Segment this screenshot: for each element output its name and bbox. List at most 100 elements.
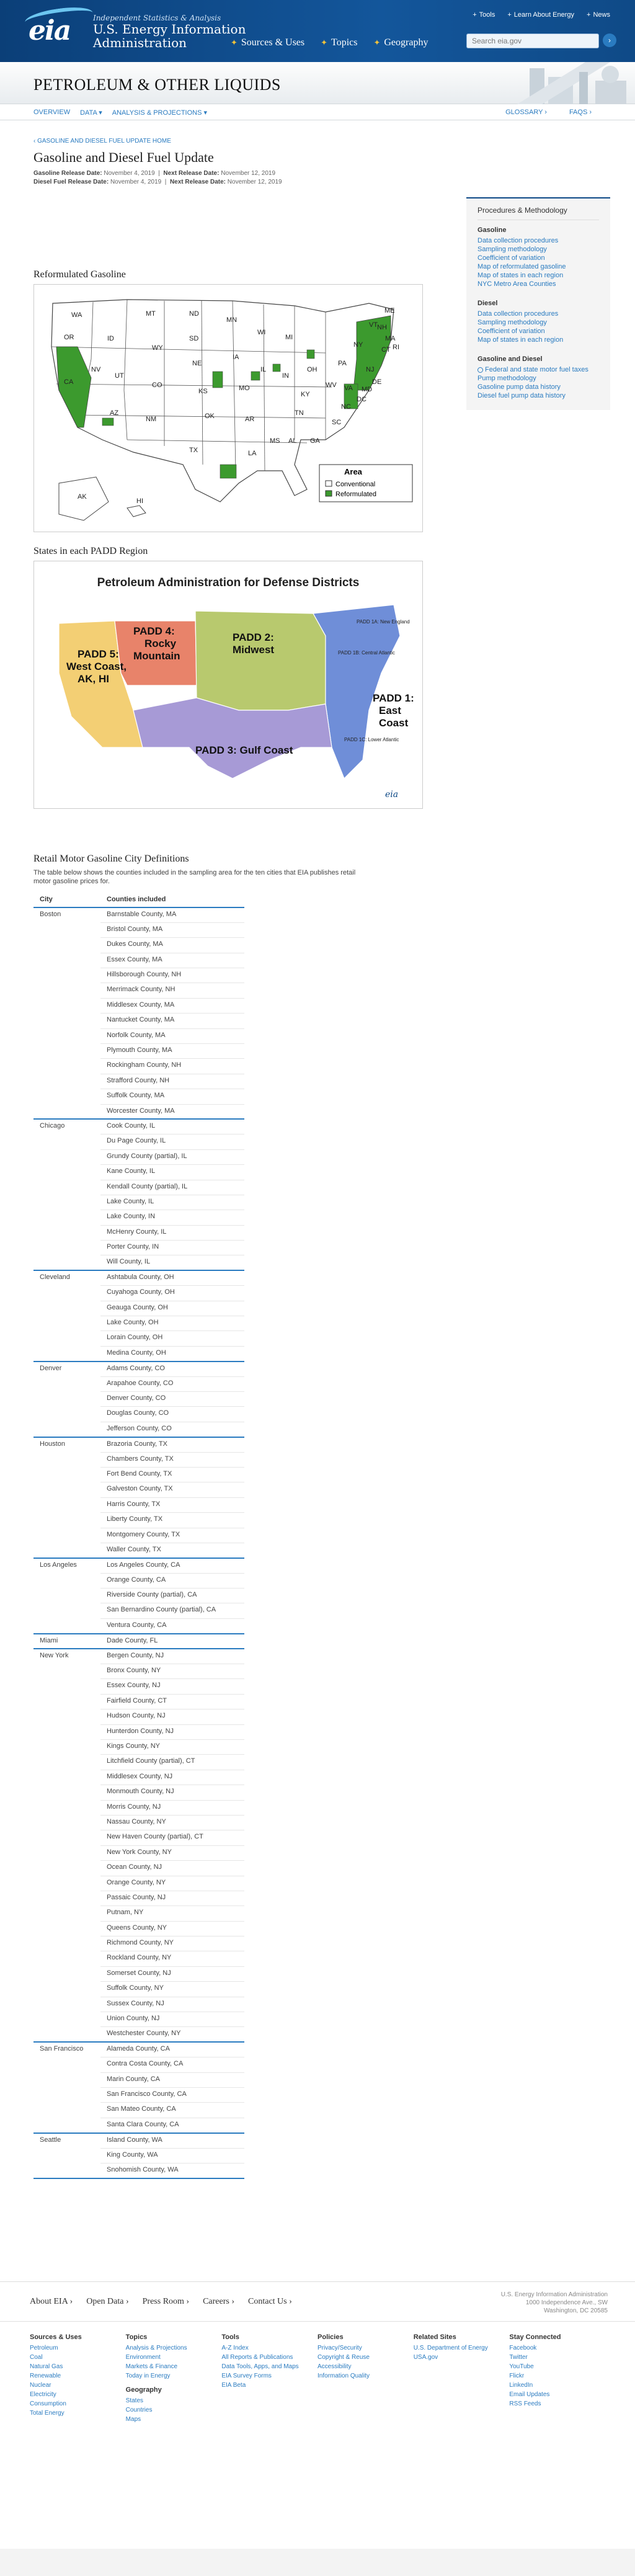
footer-link[interactable]: YouTube xyxy=(509,2362,605,2371)
state-label-nh: NH xyxy=(377,324,387,331)
footer-link[interactable]: Total Energy xyxy=(30,2409,126,2418)
footer-press-link[interactable]: Press Room › xyxy=(143,2297,189,2307)
sidebar-link[interactable]: Federal and state motor fuel taxes xyxy=(477,365,599,374)
city-name: Cleveland xyxy=(40,1273,70,1281)
county-cell: Morris County, NJ xyxy=(100,1800,244,1816)
nav-topics[interactable]: ✦ Topics xyxy=(321,37,357,48)
section-subnav: OVERVIEW DATA ▾ ANALYSIS & PROJECTIONS ▾… xyxy=(0,104,635,120)
footer-link[interactable]: Copyright & Reuse xyxy=(318,2353,414,2362)
table-row: Geauga County, OH xyxy=(33,1301,244,1317)
footer-column: Related Sites U.S. Department of Energy US… xyxy=(414,2333,510,2424)
footer-link[interactable]: Twitter xyxy=(509,2353,605,2362)
footer-link[interactable]: A-Z Index xyxy=(221,2343,318,2353)
footer-link[interactable]: Coal xyxy=(30,2353,126,2362)
search-input[interactable]: Search eia.gov xyxy=(466,33,599,48)
nav-geography[interactable]: ✦ Geography xyxy=(373,37,428,48)
padd-map: Petroleum Administration for Defense Dis… xyxy=(33,561,423,809)
footer-link[interactable]: Electricity xyxy=(30,2390,126,2399)
state-label-de: DE xyxy=(372,378,381,386)
sidebar-link[interactable]: Map of states in each region xyxy=(477,271,599,280)
table-row: Essex County, MA xyxy=(33,953,244,969)
utility-learn[interactable]: + Learn About Energy xyxy=(507,11,574,19)
footer-link[interactable]: All Reports & Publications xyxy=(221,2353,318,2362)
release-dates: Gasoline Release Date: November 4, 2019 … xyxy=(33,170,282,185)
sidebar-link[interactable]: NYC Metro Area Counties xyxy=(477,280,599,288)
county-cell: Bristol County, MA xyxy=(100,922,244,938)
footer-link[interactable]: Nuclear xyxy=(30,2381,126,2390)
footer-link[interactable]: States xyxy=(126,2396,222,2405)
sidebar-link[interactable]: Data collection procedures xyxy=(477,236,599,245)
sidebar-link[interactable]: Map of states in each region xyxy=(477,336,599,344)
search-submit-button[interactable]: › xyxy=(603,33,616,47)
footer-column-heading: Tools xyxy=(221,2333,239,2341)
sidebar-link[interactable]: Coefficient of variation xyxy=(477,327,599,336)
footer-open-data-link[interactable]: Open Data › xyxy=(86,2297,128,2307)
footer-link[interactable]: Renewable xyxy=(30,2371,126,2381)
footer-link[interactable]: Today in Energy xyxy=(126,2371,222,2381)
subnav-faqs[interactable]: FAQS › xyxy=(569,109,592,116)
footer-link[interactable]: Data Tools, Apps, and Maps xyxy=(221,2362,318,2371)
footer-careers-link[interactable]: Careers › xyxy=(203,2297,234,2307)
footer-column: Tools A-Z Index All Reports & Publications… xyxy=(221,2333,318,2424)
footer-link[interactable]: Email Updates xyxy=(509,2390,605,2399)
eia-logo[interactable]: eia xyxy=(29,15,87,47)
utility-news[interactable]: + News xyxy=(587,11,610,19)
footer-link[interactable]: RSS Feeds xyxy=(509,2399,605,2409)
county-cell: Santa Clara County, CA xyxy=(100,2118,244,2134)
footer-link[interactable]: Facebook xyxy=(509,2343,605,2353)
subnav-data[interactable]: DATA ▾ xyxy=(80,109,102,117)
footer-link[interactable]: U.S. Department of Energy xyxy=(414,2343,510,2353)
agency-brand[interactable]: Independent Statistics & Analysis U.S. E… xyxy=(93,14,246,50)
sidebar-link[interactable]: Map of reformulated gasoline xyxy=(477,262,599,271)
footer-link[interactable]: Natural Gas xyxy=(30,2362,126,2371)
table-row: Putnam, NY xyxy=(33,1905,244,1922)
county-cell: Kings County, NY xyxy=(100,1739,244,1755)
subnav-glossary[interactable]: GLOSSARY › xyxy=(505,109,547,116)
subnav-analysis[interactable]: ANALYSIS & PROJECTIONS ▾ xyxy=(112,109,207,117)
footer-contact-link[interactable]: Contact Us › xyxy=(248,2297,292,2307)
footer-link[interactable]: Consumption xyxy=(30,2399,126,2409)
county-cell: Orange County, NY xyxy=(100,1876,244,1891)
footer-link[interactable]: Privacy/Security xyxy=(318,2343,414,2353)
footer-link[interactable]: Environment xyxy=(126,2353,222,2362)
sidebar-heading-gas-diesel: Gasoline and Diesel xyxy=(477,355,543,363)
footer-about-link[interactable]: About EIA › xyxy=(30,2297,73,2307)
county-cell: Alameda County, CA xyxy=(100,2042,244,2058)
footer-link[interactable]: Petroleum xyxy=(30,2343,126,2353)
county-cell: Worcester County, MA xyxy=(100,1104,244,1120)
subnav-overview[interactable]: OVERVIEW xyxy=(33,109,70,117)
breadcrumb-home-link[interactable]: ‹ GASOLINE AND DIESEL FUEL UPDATE HOME xyxy=(33,138,171,145)
sidebar-link[interactable]: Coefficient of variation xyxy=(477,254,599,262)
county-cell: McHenry County, IL xyxy=(100,1225,244,1241)
county-cell: Liberty County, TX xyxy=(100,1512,244,1528)
utility-tools[interactable]: + Tools xyxy=(473,11,495,19)
footer-link[interactable]: Countries xyxy=(126,2405,222,2415)
sidebar-link[interactable]: Data collection procedures xyxy=(477,310,599,318)
sidebar-link[interactable]: Sampling methodology xyxy=(477,245,599,254)
footer-link[interactable]: LinkedIn xyxy=(509,2381,605,2390)
footer-link[interactable]: Analysis & Projections xyxy=(126,2343,222,2353)
footer-link[interactable]: Flickr xyxy=(509,2371,605,2381)
footer-link[interactable]: USA.gov xyxy=(414,2353,510,2362)
footer-link[interactable]: Information Quality xyxy=(318,2371,414,2381)
state-label-ia: IA xyxy=(233,354,239,361)
state-label-mi: MI xyxy=(285,334,293,341)
sidebar-link[interactable]: Diesel fuel pump data history xyxy=(477,391,599,400)
star-icon: ✦ xyxy=(231,38,238,47)
footer-link[interactable]: Markets & Finance xyxy=(126,2362,222,2371)
sidebar-link[interactable]: Sampling methodology xyxy=(477,318,599,327)
nav-sources-uses[interactable]: ✦ Sources & Uses xyxy=(231,37,304,48)
table-row: Union County, NJ xyxy=(33,2012,244,2028)
padd3-label: PADD 3: Gulf Coast xyxy=(195,744,293,756)
footer-link[interactable]: EIA Survey Forms xyxy=(221,2371,318,2381)
sidebar-link[interactable]: Pump methodology xyxy=(477,374,599,383)
footer-link[interactable]: Maps xyxy=(126,2415,222,2424)
footer-link[interactable]: Accessibility xyxy=(318,2362,414,2371)
table-row: Fort Bend County, TX xyxy=(33,1467,244,1483)
county-cell: Sussex County, NJ xyxy=(100,1997,244,2013)
footer-link[interactable]: EIA Beta xyxy=(221,2381,318,2390)
sidebar-link[interactable]: Gasoline pump data history xyxy=(477,383,599,391)
legend-conventional: Conventional xyxy=(335,481,375,488)
table-row: Rockingham County, NH xyxy=(33,1058,244,1074)
state-label-hi: HI xyxy=(136,497,143,505)
